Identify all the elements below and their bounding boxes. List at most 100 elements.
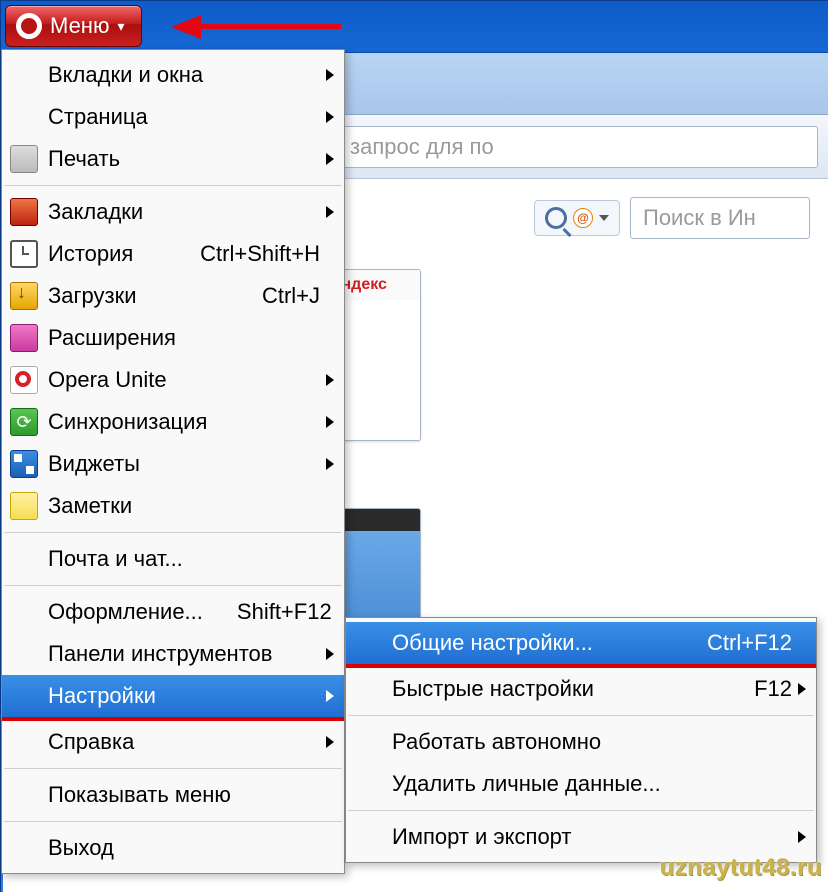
submenu-arrow-icon [326, 69, 334, 81]
opera-icon [16, 13, 42, 39]
menu-item-label: Закладки [48, 199, 320, 225]
main-menu-item[interactable]: Настройки [2, 675, 344, 717]
main-menu-item[interactable]: Почта и чат... [2, 538, 344, 580]
menu-item-label: Расширения [48, 325, 320, 351]
menu-item-label: Общие настройки... [392, 630, 673, 656]
menu-item-shortcut: Ctrl+F12 [707, 630, 792, 656]
main-menu-item[interactable]: Виджеты [2, 443, 344, 485]
browser-window: Меню ▾ + Turbo Введите адрес или запрос … [0, 0, 828, 892]
main-menu-item[interactable]: Справка [2, 721, 344, 763]
print-icon [10, 145, 38, 173]
menu-item-label: Импорт и экспорт [392, 824, 792, 850]
settings-submenu: Общие настройки... Ctrl+F12 Быстрые настро… [345, 617, 817, 863]
menu-separator [4, 532, 342, 533]
submenu-arrow-icon [326, 648, 334, 660]
menu-item-label: Виджеты [48, 451, 320, 477]
main-menu-item[interactable]: История Ctrl+Shift+H [2, 233, 344, 275]
main-menu: Вкладки и окна Страница Печать Закладки Исто… [1, 49, 345, 874]
menu-item-label: Заметки [48, 493, 320, 519]
sub-menu-item[interactable]: Быстрые настройки F12 [346, 668, 816, 710]
submenu-arrow-icon [326, 111, 334, 123]
icon-spacer [354, 629, 382, 657]
search-icon [545, 207, 567, 229]
menu-item-label: Загрузки [48, 283, 228, 309]
menu-separator [4, 585, 342, 586]
menu-separator [4, 185, 342, 186]
menu-item-label: Удалить личные данные... [392, 771, 792, 797]
chevron-down-icon [599, 215, 609, 221]
sub-menu-item[interactable]: Общие настройки... Ctrl+F12 [346, 622, 816, 664]
down-icon [10, 282, 38, 310]
main-menu-item[interactable]: Страница [2, 96, 344, 138]
unite-icon [10, 366, 38, 394]
search-input[interactable]: Поиск в Ин [630, 197, 810, 239]
menu-item-shortcut: Ctrl+Shift+H [200, 241, 320, 267]
watermark: uznaytut48.ru [659, 854, 822, 882]
icon-spacer [354, 770, 382, 798]
menu-item-label: История [48, 241, 166, 267]
main-menu-item[interactable]: Печать [2, 138, 344, 180]
menu-item-label: Настройки [48, 683, 320, 709]
sync-icon: ⟳ [10, 408, 38, 436]
menu-item-label: Вкладки и окна [48, 62, 320, 88]
main-menu-item[interactable]: Панели инструментов [2, 633, 344, 675]
menu-item-label: Почта и чат... [48, 546, 320, 572]
search-engine-selector[interactable]: @ [534, 200, 620, 236]
main-menu-item[interactable]: Расширения [2, 317, 344, 359]
at-icon: @ [573, 208, 593, 228]
submenu-arrow-icon [798, 683, 806, 695]
main-menu-item[interactable]: ⟳ Синхронизация [2, 401, 344, 443]
menu-separator [348, 810, 814, 811]
sub-menu-item[interactable]: Удалить личные данные... [346, 763, 816, 805]
menu-item-shortcut: Shift+F12 [237, 599, 332, 625]
widget-icon [10, 450, 38, 478]
main-menu-item[interactable]: Выход [2, 827, 344, 869]
ext-icon [10, 324, 38, 352]
icon-spacer [10, 781, 38, 809]
main-menu-item[interactable]: Закладки [2, 191, 344, 233]
submenu-arrow-icon [326, 206, 334, 218]
main-menu-item[interactable]: Оформление... Shift+F12 [2, 591, 344, 633]
submenu-arrow-icon [798, 831, 806, 843]
submenu-arrow-icon [326, 153, 334, 165]
search-placeholder: Поиск в Ин [643, 205, 756, 231]
menu-item-shortcut: Ctrl+J [262, 283, 320, 309]
menu-button-label: Меню [50, 13, 109, 39]
main-menu-item[interactable]: Загрузки Ctrl+J [2, 275, 344, 317]
icon-spacer [354, 823, 382, 851]
hist-icon [10, 240, 38, 268]
menu-separator [4, 821, 342, 822]
submenu-arrow-icon [326, 458, 334, 470]
menu-item-label: Синхронизация [48, 409, 320, 435]
note-icon [10, 492, 38, 520]
menu-button[interactable]: Меню ▾ [5, 5, 142, 47]
menu-item-label: Работать автономно [392, 729, 792, 755]
icon-spacer [10, 834, 38, 862]
icon-spacer [354, 675, 382, 703]
sub-menu-item[interactable]: Импорт и экспорт [346, 816, 816, 858]
menu-item-label: Показывать меню [48, 782, 320, 808]
menu-item-shortcut: F12 [754, 676, 792, 702]
submenu-arrow-icon [326, 416, 334, 428]
main-menu-item[interactable]: Opera Unite [2, 359, 344, 401]
chevron-down-icon: ▾ [117, 18, 124, 35]
icon-spacer [10, 640, 38, 668]
main-menu-item[interactable]: Заметки [2, 485, 344, 527]
menu-item-label: Выход [48, 835, 320, 861]
book-icon [10, 198, 38, 226]
submenu-arrow-icon [326, 374, 334, 386]
sub-menu-item[interactable]: Работать автономно [346, 721, 816, 763]
icon-spacer [10, 598, 38, 626]
menu-item-label: Страница [48, 104, 320, 130]
icon-spacer [354, 728, 382, 756]
menu-item-label: Быстрые настройки [392, 676, 720, 702]
icon-spacer [10, 545, 38, 573]
icon-spacer [10, 682, 38, 710]
menu-item-label: Оформление... [48, 599, 203, 625]
submenu-arrow-icon [326, 736, 334, 748]
icon-spacer [10, 61, 38, 89]
main-menu-item[interactable]: Вкладки и окна [2, 54, 344, 96]
menu-item-label: Панели инструментов [48, 641, 320, 667]
main-menu-item[interactable]: Показывать меню [2, 774, 344, 816]
title-bar: Меню ▾ [1, 1, 828, 53]
